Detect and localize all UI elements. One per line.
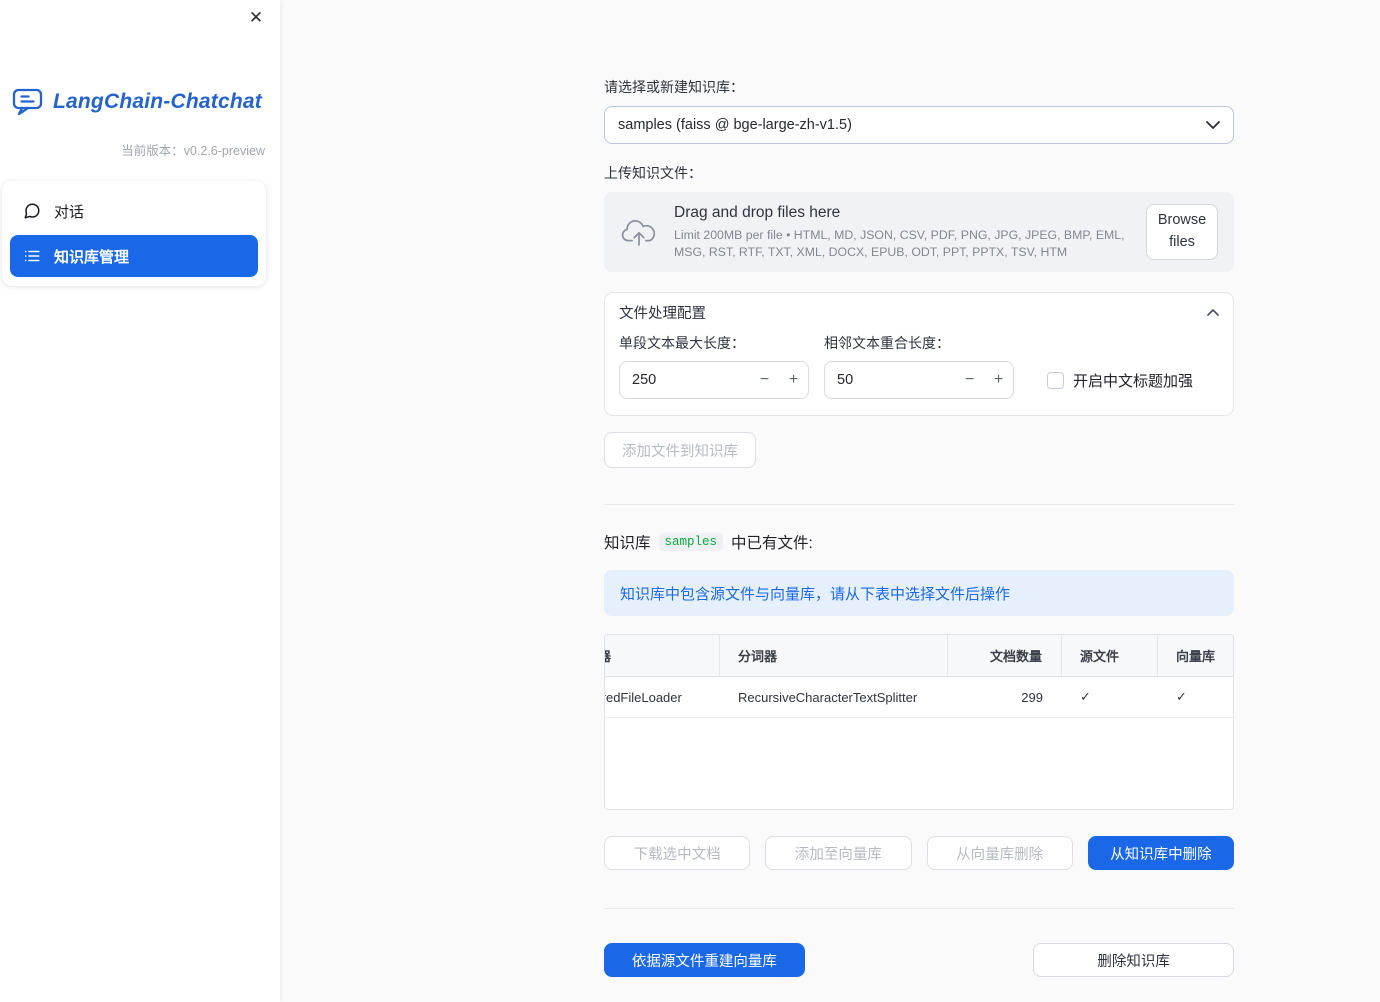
content-column: 请选择或新建知识库： samples (faiss @ bge-large-zh… (604, 0, 1235, 977)
sidebar-item-label: 知识库管理 (54, 248, 130, 266)
existing-files-line: 知识库 samples 中已有文件: (604, 531, 1234, 553)
browse-files-button[interactable]: Browse files (1146, 204, 1218, 260)
column-header-vector[interactable]: 向量库 (1158, 635, 1233, 676)
cell-source-checkmark: ✓ (1080, 689, 1091, 704)
dropzone-title: Drag and drop files here (674, 204, 841, 222)
list-icon (23, 247, 41, 265)
overlap-size-value: 50 (837, 372, 854, 388)
table-row[interactable]: UnstructuredFileLoader RecursiveCharacte… (605, 677, 1233, 718)
kb-action-buttons: 依据源文件重建向量库 删除知识库 (604, 943, 1235, 977)
chunk-size-field: 单段文本最大长度： 250 − + (619, 333, 809, 399)
cell-vector-checkmark: ✓ (1176, 689, 1187, 704)
close-sidebar-button[interactable]: ✕ (244, 6, 268, 30)
logo-chat-icon (12, 87, 44, 116)
chevron-up-icon (1207, 308, 1219, 316)
existing-files-suffix: 中已有文件: (731, 535, 813, 552)
kb-select-label: 请选择或新建知识库： (604, 79, 744, 95)
column-header-splitter[interactable]: 分词器 (720, 635, 948, 676)
chunk-size-label: 单段文本最大长度： (619, 335, 745, 351)
overlap-size-increment-button[interactable]: + (984, 362, 1013, 398)
app-root: ✕ LangChain-Chatchat 当前版本：v0.2.6-preview (0, 0, 1380, 1002)
column-header-source[interactable]: 源文件 (1062, 635, 1158, 676)
upload-cloud-icon (620, 216, 658, 248)
chunk-size-value: 250 (632, 372, 657, 388)
sidebar-menu: 对话 知识库管理 (2, 181, 266, 286)
file-dropzone[interactable]: Drag and drop files here Limit 200MB per… (604, 192, 1234, 272)
sidebar-item-label: 对话 (54, 203, 85, 221)
expander-body: 单段文本最大长度： 250 − + 相邻文本重合长度： 50 − + 开启中文标… (605, 331, 1233, 415)
zh-title-checkbox-label: 开启中文标题加强 (1073, 372, 1194, 390)
version-label: 当前版本：v0.2.6-preview (121, 144, 265, 158)
sidebar-item-dialogue[interactable]: 对话 (10, 190, 258, 232)
cell-splitter: RecursiveCharacterTextSplitter (738, 689, 918, 705)
upload-label: 上传知识文件： (604, 165, 702, 181)
file-config-expander: 文件处理配置 单段文本最大长度： 250 − + 相邻文本重合长度： 50 − … (604, 292, 1234, 416)
divider (604, 908, 1234, 909)
app-logo: LangChain-Chatchat (12, 87, 280, 116)
zh-title-checkbox[interactable] (1047, 371, 1064, 389)
delete-kb-button[interactable]: 删除知识库 (1033, 943, 1235, 977)
chunk-size-increment-button[interactable]: + (779, 362, 808, 398)
existing-files-prefix: 知识库 (604, 535, 651, 552)
chunk-size-input[interactable]: 250 − + (619, 361, 809, 399)
sidebar: ✕ LangChain-Chatchat 当前版本：v0.2.6-preview (0, 0, 280, 1002)
file-action-buttons: 下载选中文档 添加至向量库 从向量库删除 从知识库中删除 (604, 836, 1234, 870)
kb-name-code: samples (658, 533, 724, 551)
files-table-scroll-content: 文档加载器 分词器 文档数量 源文件 向量库 UnstructuredFileL… (605, 635, 1233, 718)
overlap-size-decrement-button[interactable]: − (955, 362, 984, 398)
main-area: 请选择或新建知识库： samples (faiss @ bge-large-zh… (280, 0, 1380, 1002)
overlap-size-input[interactable]: 50 − + (824, 361, 1014, 399)
overlap-size-field: 相邻文本重合长度： 50 − + (824, 333, 1014, 399)
files-table[interactable]: 文档加载器 分词器 文档数量 源文件 向量库 UnstructuredFileL… (604, 634, 1234, 810)
expander-header[interactable]: 文件处理配置 (605, 293, 1233, 331)
info-text: 知识库中包含源文件与向量库，请从下表中选择文件后操作 (620, 585, 1011, 603)
kb-selected-value: samples (faiss @ bge-large-zh-v1.5) (618, 117, 852, 133)
chevron-down-icon (1206, 121, 1220, 129)
dropzone-texts: Drag and drop files here Limit 200MB per… (674, 204, 1130, 259)
delete-from-vector-store-button[interactable]: 从向量库删除 (926, 836, 1073, 870)
chat-bubble-icon (23, 202, 41, 220)
column-header-doc-count[interactable]: 文档数量 (948, 635, 1062, 676)
overlap-size-label: 相邻文本重合长度： (824, 335, 950, 351)
download-selected-button[interactable]: 下载选中文档 (604, 836, 751, 870)
cell-doc-count: 299 (1021, 689, 1043, 705)
add-files-to-kb-button[interactable]: 添加文件到知识库 (604, 432, 756, 468)
logo-text: LangChain-Chatchat (53, 89, 262, 113)
zh-title-checkbox-group[interactable]: 开启中文标题加强 (1047, 361, 1193, 399)
divider (604, 504, 1234, 505)
add-to-vector-store-button[interactable]: 添加至向量库 (765, 836, 912, 870)
column-header-loader[interactable]: 文档加载器 (605, 635, 720, 676)
delete-from-kb-button[interactable]: 从知识库中删除 (1087, 836, 1234, 870)
rebuild-vector-store-button[interactable]: 依据源文件重建向量库 (604, 943, 805, 977)
table-header-row: 文档加载器 分词器 文档数量 源文件 向量库 (605, 635, 1233, 677)
info-banner: 知识库中包含源文件与向量库，请从下表中选择文件后操作 (604, 570, 1234, 616)
sidebar-item-knowledge-base[interactable]: 知识库管理 (10, 235, 258, 277)
cell-loader: UnstructuredFileLoader (605, 689, 682, 705)
kb-selectbox[interactable]: samples (faiss @ bge-large-zh-v1.5) (604, 106, 1234, 144)
dropzone-limit: Limit 200MB per file • HTML, MD, JSON, C… (674, 228, 1125, 259)
expander-title: 文件处理配置 (619, 305, 706, 322)
chunk-size-decrement-button[interactable]: − (750, 362, 779, 398)
